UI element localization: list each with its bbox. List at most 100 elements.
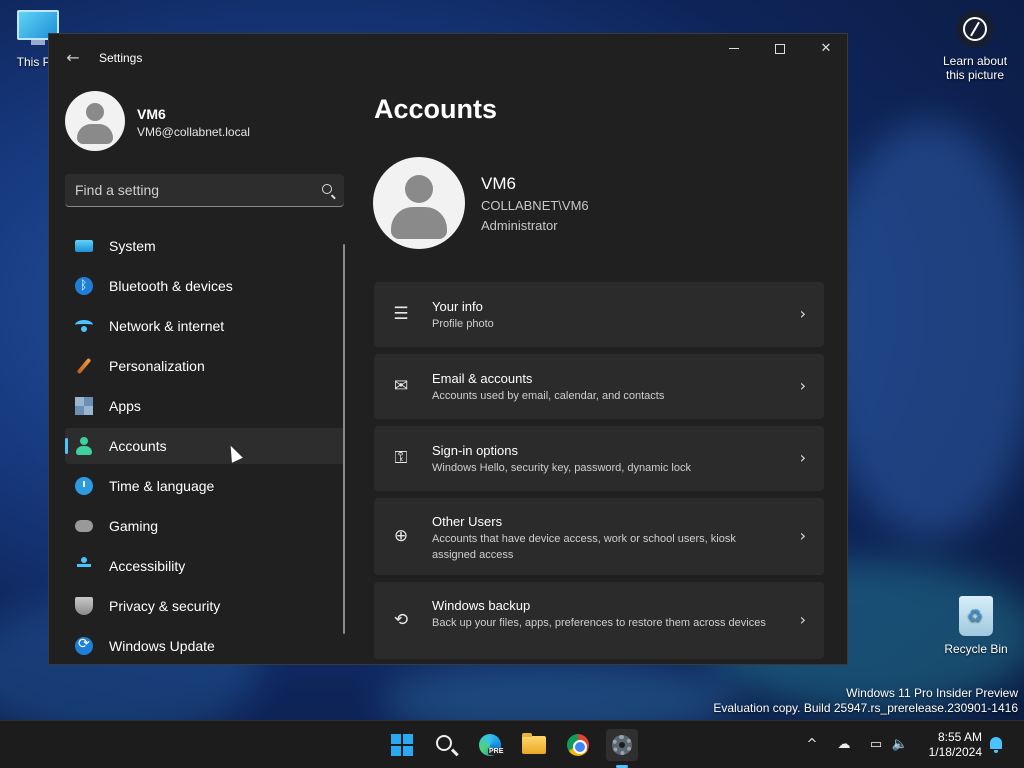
- apps-icon: [75, 397, 93, 415]
- network-icon[interactable]: ▭: [866, 735, 886, 755]
- watermark-line: Evaluation copy. Build 25947.rs_prerelea…: [713, 701, 1018, 715]
- chrome-icon: [567, 734, 589, 756]
- sidebar-item-personalization[interactable]: Personalization: [65, 348, 345, 384]
- sidebar-item-bluetooth[interactable]: Bluetooth & devices: [65, 268, 345, 304]
- pre-badge: PRE: [488, 748, 505, 755]
- back-button[interactable]: ←: [63, 48, 83, 68]
- minimize-button[interactable]: [711, 34, 757, 66]
- card-your-info[interactable]: ☰ Your info Profile photo ›: [374, 282, 824, 347]
- sidebar-item-accounts[interactable]: Accounts: [65, 428, 345, 464]
- taskbar-chrome-button[interactable]: [562, 729, 594, 761]
- sidebar-item-label: Personalization: [109, 358, 205, 374]
- sidebar-item-system[interactable]: System: [65, 228, 345, 264]
- sidebar-item-label: Gaming: [109, 518, 159, 534]
- maximize-icon: [775, 43, 785, 54]
- desktop-icon-label: Learn about this picture: [942, 54, 1008, 82]
- taskbar-edge-button[interactable]: PRE: [474, 729, 506, 761]
- volume-muted-icon[interactable]: 🔈: [890, 735, 910, 755]
- search-icon[interactable]: [322, 184, 332, 194]
- card-other-users[interactable]: ⊕ Other Users Accounts that have device …: [374, 498, 824, 575]
- sidebar-item-windows-update[interactable]: Windows Update: [65, 628, 345, 664]
- chevron-right-icon: ›: [799, 376, 806, 395]
- update-icon: [75, 636, 93, 655]
- card-title: Your info: [432, 299, 483, 314]
- avatar-head: [405, 175, 433, 203]
- shield-icon: [75, 597, 93, 615]
- wallpaper-highlight: [820, 120, 1024, 540]
- system-icon: [75, 240, 93, 252]
- account-avatar: [373, 157, 465, 249]
- avatar-body: [391, 207, 447, 239]
- clock-date: 1/18/2024: [928, 745, 982, 759]
- card-description: Windows Hello, security key, password, d…: [432, 462, 691, 474]
- mail-icon: ✉: [393, 376, 409, 396]
- show-hidden-icons-button[interactable]: ^: [802, 735, 822, 755]
- bluetooth-icon: [75, 277, 93, 295]
- profile-email: VM6@collabnet.local: [137, 125, 250, 139]
- sidebar-item-label: System: [109, 238, 156, 254]
- card-title: Email & accounts: [432, 371, 533, 386]
- search-input[interactable]: [75, 182, 305, 198]
- key-icon: ⚿: [394, 448, 408, 468]
- maximize-button[interactable]: [757, 34, 803, 66]
- evaluation-watermark: Windows 11 Pro Insider Preview Evaluatio…: [713, 686, 1018, 716]
- sidebar-scrollbar[interactable]: [343, 244, 345, 634]
- search-icon: [436, 735, 452, 751]
- gamepad-icon: [75, 520, 93, 532]
- chevron-right-icon: ›: [799, 448, 806, 467]
- desktop-icon-recycle-bin[interactable]: Recycle Bin: [938, 596, 1014, 656]
- sidebar-item-label: Bluetooth & devices: [109, 278, 233, 294]
- sidebar-item-privacy-security[interactable]: Privacy & security: [65, 588, 345, 624]
- sidebar-item-label: Network & internet: [109, 318, 225, 334]
- taskbar-settings-button[interactable]: [606, 729, 638, 768]
- title-bar[interactable]: ← Settings ✕: [49, 34, 847, 82]
- chevron-right-icon: ›: [799, 304, 806, 323]
- notification-bell-icon[interactable]: [988, 735, 1004, 753]
- watermark-line: Windows 11 Pro Insider Preview: [846, 686, 1018, 700]
- brush-icon: [76, 357, 92, 375]
- card-title: Sign-in options: [432, 443, 518, 458]
- sidebar-item-apps[interactable]: Apps: [65, 388, 345, 424]
- sidebar-item-time-language[interactable]: Time & language: [65, 468, 345, 504]
- avatar-body: [77, 124, 113, 144]
- clock-time: 8:55 AM: [937, 730, 982, 744]
- chevron-right-icon: ›: [799, 610, 806, 629]
- sidebar-item-label: Apps: [109, 398, 141, 414]
- account-name: VM6: [481, 174, 516, 193]
- taskbar-file-explorer-button[interactable]: [518, 729, 550, 761]
- start-button[interactable]: [386, 729, 418, 761]
- taskbar-clock[interactable]: 8:55 AM 1/18/2024: [918, 730, 982, 760]
- clock-globe-icon: [75, 477, 93, 495]
- person-icon: [75, 437, 93, 455]
- settings-window: ← Settings ✕ VM6 VM6@collabnet.local Sys…: [48, 33, 848, 665]
- accessibility-icon: [75, 557, 93, 575]
- sidebar-item-label: Privacy & security: [109, 598, 221, 614]
- sidebar-item-accessibility[interactable]: Accessibility: [65, 548, 345, 584]
- sidebar-item-network[interactable]: Network & internet: [65, 308, 345, 344]
- folder-icon: [522, 733, 546, 754]
- avatar-head: [86, 103, 104, 121]
- card-windows-backup[interactable]: ⟲ Windows backup Back up your files, app…: [374, 582, 824, 659]
- sidebar-item-label: Time & language: [109, 478, 215, 494]
- close-button[interactable]: ✕: [803, 34, 847, 66]
- profile-name: VM6: [137, 106, 166, 122]
- card-email-accounts[interactable]: ✉ Email & accounts Accounts used by emai…: [374, 354, 824, 419]
- card-sign-in-options[interactable]: ⚿ Sign-in options Windows Hello, securit…: [374, 426, 824, 491]
- sidebar-item-gaming[interactable]: Gaming: [65, 508, 345, 544]
- profile-avatar[interactable]: [65, 91, 125, 151]
- onedrive-icon[interactable]: ☁: [834, 735, 854, 755]
- taskbar: PRE ^ ☁ ▭ 🔈 8:55 AM 1/18/2024: [0, 720, 1024, 768]
- recycle-bin-icon: [959, 596, 993, 636]
- minimize-icon: [729, 48, 739, 49]
- taskbar-search-button[interactable]: [430, 729, 462, 761]
- backup-icon: ⟲: [393, 610, 409, 630]
- sidebar-nav: System Bluetooth & devices Network & int…: [65, 228, 345, 664]
- search-box[interactable]: [65, 174, 344, 207]
- id-card-icon: ☰: [393, 304, 409, 324]
- card-title: Other Users: [432, 514, 503, 529]
- wifi-icon: [75, 320, 93, 332]
- camera-info-icon: [956, 10, 994, 48]
- card-description: Back up your files, apps, preferences to…: [432, 617, 766, 629]
- desktop-icon-learn-about-picture[interactable]: Learn about this picture: [934, 10, 1016, 82]
- page-title: Accounts: [374, 94, 498, 124]
